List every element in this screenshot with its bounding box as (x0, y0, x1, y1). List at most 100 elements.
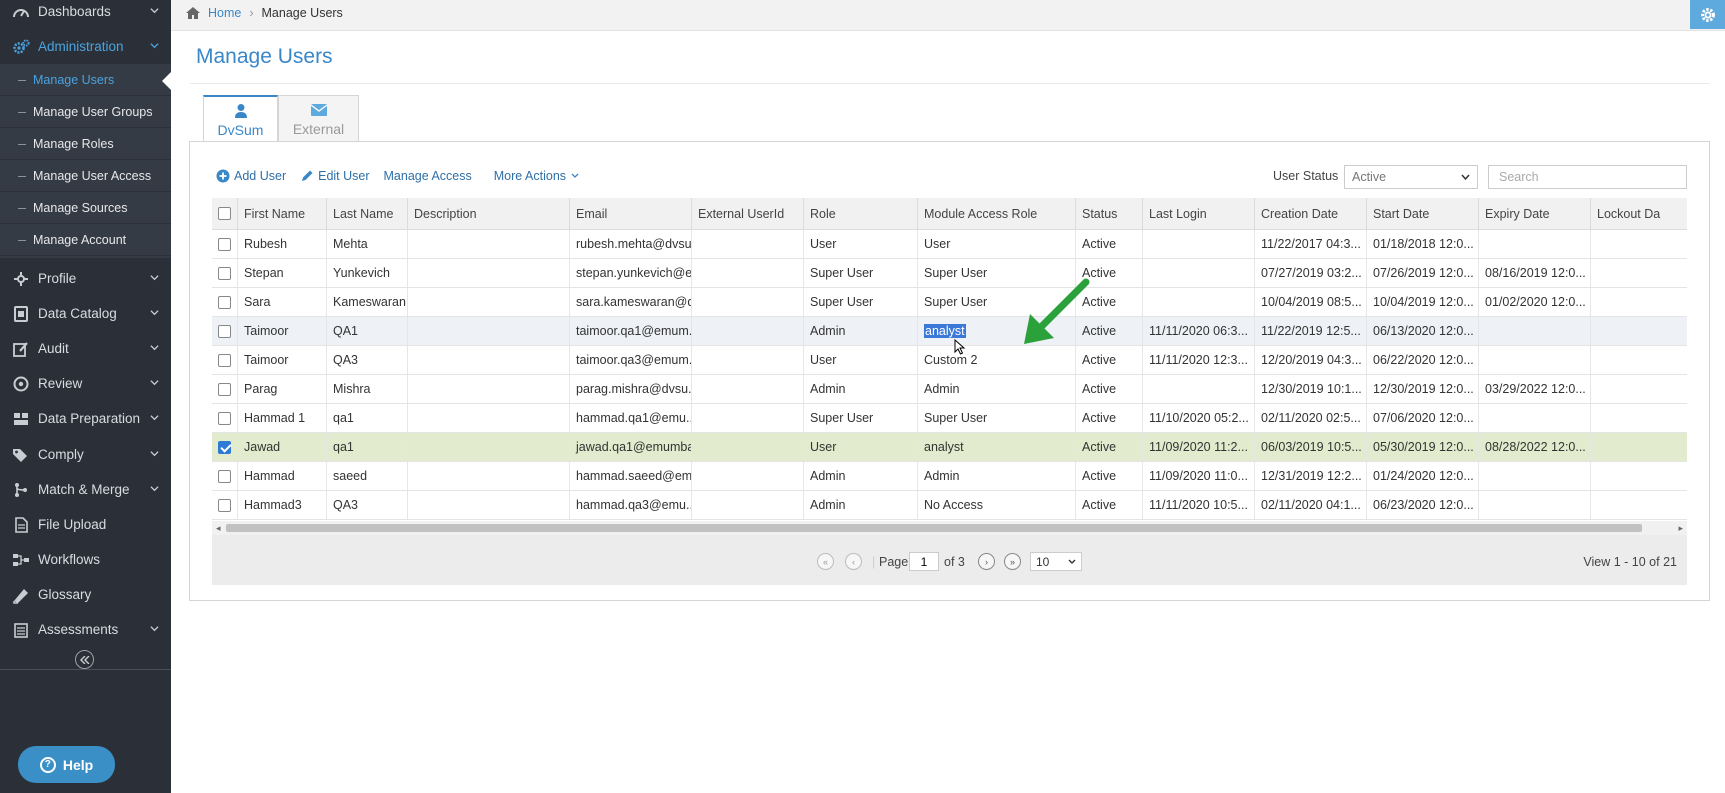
sidebar-item-review[interactable]: Review (0, 366, 171, 401)
next-page-button[interactable]: › (978, 553, 995, 570)
cell-email[interactable]: hammad.qa3@emu... (570, 491, 692, 519)
column-header-start-date[interactable]: Start Date (1367, 198, 1479, 229)
cell-last-name[interactable]: QA3 (327, 491, 408, 519)
cell-start-date[interactable]: 05/30/2019 12:0... (1367, 433, 1479, 461)
cell-role[interactable]: Admin (804, 375, 918, 403)
cell-creation-date[interactable]: 12/20/2019 04:3... (1255, 346, 1367, 374)
cell-role[interactable]: Super User (804, 404, 918, 432)
sidebar-item-dashboards[interactable]: Dashboards (0, 0, 171, 29)
cell-first-name[interactable]: Taimoor (238, 317, 327, 345)
cell-expiry-date[interactable] (1479, 317, 1591, 345)
cell-module-access-role[interactable]: Admin (918, 462, 1076, 490)
cell-creation-date[interactable]: 02/11/2020 04:1... (1255, 491, 1367, 519)
cell-description[interactable] (408, 288, 570, 316)
cell-module-access-role[interactable]: User (918, 230, 1076, 258)
cell-last-name[interactable]: QA1 (327, 317, 408, 345)
cell-external-userid[interactable] (692, 491, 804, 519)
cell-module-access-role[interactable]: Super User (918, 404, 1076, 432)
row-checkbox[interactable] (218, 382, 231, 396)
cell-lockout-date[interactable] (1591, 288, 1687, 316)
more-actions-dropdown[interactable]: More Actions (494, 169, 579, 183)
cell-creation-date[interactable]: 12/31/2019 12:2... (1255, 462, 1367, 490)
cell-lockout-date[interactable] (1591, 259, 1687, 287)
column-header-role[interactable]: Role (804, 198, 918, 229)
cell-start-date[interactable]: 07/26/2019 12:0... (1367, 259, 1479, 287)
cell-role[interactable]: Admin (804, 317, 918, 345)
cell-role[interactable]: Super User (804, 259, 918, 287)
cell-email[interactable]: taimoor.qa1@emum... (570, 317, 692, 345)
table-row[interactable]: Jawad qa1 jawad.qa1@emumba... User analyst Ac… (212, 433, 1687, 462)
column-header-external-userid[interactable]: External UserId (692, 198, 804, 229)
sidebar-item-comply[interactable]: Comply (0, 437, 171, 472)
cell-last-name[interactable]: qa1 (327, 433, 408, 461)
cell-last-login[interactable]: 11/11/2020 10:5... (1143, 491, 1255, 519)
cell-email[interactable]: sara.kameswaran@d... (570, 288, 692, 316)
cell-module-access-role[interactable]: analyst (918, 433, 1076, 461)
cell-creation-date[interactable]: 11/22/2017 04:3... (1255, 230, 1367, 258)
sidebar-item-assessments[interactable]: Assessments (0, 612, 171, 647)
cell-creation-date[interactable]: 12/30/2019 10:1... (1255, 375, 1367, 403)
sidebar-item-match-merge[interactable]: Match & Merge (0, 472, 171, 507)
table-row[interactable]: Stepan Yunkevich stepan.yunkevich@e... Supe… (212, 259, 1687, 288)
cell-start-date[interactable]: 06/22/2020 12:0... (1367, 346, 1479, 374)
cell-expiry-date[interactable]: 08/16/2019 12:0... (1479, 259, 1591, 287)
cell-status[interactable]: Active (1076, 491, 1143, 519)
submenu-item-manage-user-groups[interactable]: Manage User Groups (0, 96, 171, 128)
prev-page-button[interactable]: ‹ (845, 553, 862, 570)
cell-start-date[interactable]: 07/06/2020 12:0... (1367, 404, 1479, 432)
cell-status[interactable]: Active (1076, 404, 1143, 432)
scrollbar-thumb[interactable] (226, 524, 1642, 532)
cell-last-name[interactable]: qa1 (327, 404, 408, 432)
cell-lockout-date[interactable] (1591, 462, 1687, 490)
column-header-status[interactable]: Status (1076, 198, 1143, 229)
cell-description[interactable] (408, 433, 570, 461)
cell-role[interactable]: Super User (804, 288, 918, 316)
cell-last-name[interactable]: Mishra (327, 375, 408, 403)
cell-creation-date[interactable]: 07/27/2019 03:2... (1255, 259, 1367, 287)
cell-expiry-date[interactable] (1479, 230, 1591, 258)
cell-external-userid[interactable] (692, 375, 804, 403)
tab-external[interactable]: External (278, 95, 359, 142)
submenu-item-manage-roles[interactable]: Manage Roles (0, 128, 171, 160)
table-row[interactable]: Hammad3 QA3 hammad.qa3@emu... Admin No Acces… (212, 491, 1687, 520)
cell-description[interactable] (408, 230, 570, 258)
cell-start-date[interactable]: 01/18/2018 12:0... (1367, 230, 1479, 258)
table-row[interactable]: Hammad 1 qa1 hammad.qa1@emu... Super User Su… (212, 404, 1687, 433)
column-header-creation-date[interactable]: Creation Date (1255, 198, 1367, 229)
cell-description[interactable] (408, 375, 570, 403)
column-header-module-access-role[interactable]: Module Access Role (918, 198, 1076, 229)
cell-last-login[interactable] (1143, 259, 1255, 287)
cell-expiry-date[interactable] (1479, 404, 1591, 432)
sidebar-item-data-preparation[interactable]: Data Preparation (0, 401, 171, 436)
user-status-select[interactable]: Active (1344, 165, 1478, 189)
submenu-item-manage-user-access[interactable]: Manage User Access (0, 160, 171, 192)
cell-first-name[interactable]: Hammad3 (238, 491, 327, 519)
cell-external-userid[interactable] (692, 346, 804, 374)
cell-status[interactable]: Active (1076, 462, 1143, 490)
cell-email[interactable]: hammad.qa1@emu... (570, 404, 692, 432)
cell-last-name[interactable]: Kameswaran (327, 288, 408, 316)
column-header-first-name[interactable]: First Name (238, 198, 327, 229)
sidebar-item-data-catalog[interactable]: Data Catalog (0, 296, 171, 331)
column-header-last-name[interactable]: Last Name (327, 198, 408, 229)
sidebar-item-audit[interactable]: Audit (0, 331, 171, 366)
add-user-button[interactable]: Add User (216, 169, 286, 183)
cell-start-date[interactable]: 12/30/2019 12:0... (1367, 375, 1479, 403)
manage-access-button[interactable]: Manage Access (384, 169, 472, 183)
cell-expiry-date[interactable] (1479, 491, 1591, 519)
column-header-lockout-date[interactable]: Lockout Da (1591, 198, 1687, 229)
submenu-item-manage-sources[interactable]: Manage Sources (0, 192, 171, 224)
cell-expiry-date[interactable]: 01/02/2020 12:0... (1479, 288, 1591, 316)
first-page-button[interactable]: « (817, 553, 834, 570)
column-header-expiry-date[interactable]: Expiry Date (1479, 198, 1591, 229)
cell-last-name[interactable]: Yunkevich (327, 259, 408, 287)
breadcrumb-home-link[interactable]: Home (208, 6, 241, 20)
cell-status[interactable]: Active (1076, 230, 1143, 258)
cell-expiry-date[interactable] (1479, 346, 1591, 374)
column-header-email[interactable]: Email (570, 198, 692, 229)
cell-first-name[interactable]: Hammad (238, 462, 327, 490)
cell-lockout-date[interactable] (1591, 346, 1687, 374)
table-row[interactable]: Taimoor QA1 taimoor.qa1@emum... Admin analys… (212, 317, 1687, 346)
settings-button[interactable] (1690, 0, 1725, 29)
cell-lockout-date[interactable] (1591, 433, 1687, 461)
